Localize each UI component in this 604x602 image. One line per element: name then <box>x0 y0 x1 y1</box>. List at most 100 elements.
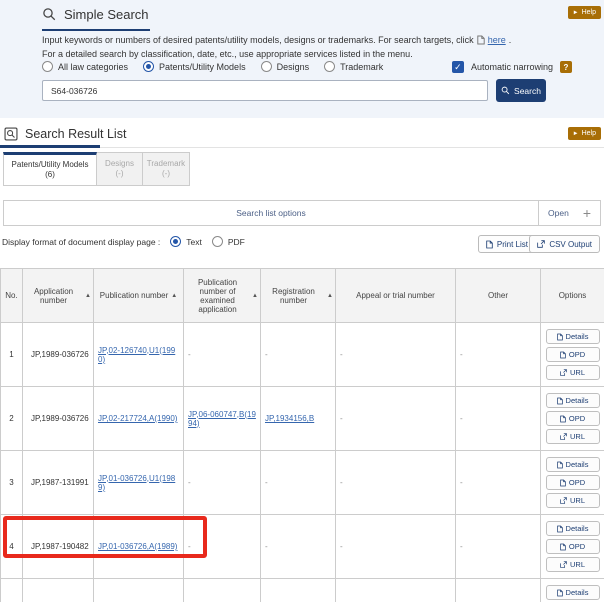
search-button[interactable]: Search <box>496 79 546 102</box>
results-table: No. Application number▲ Publication numb… <box>0 268 604 602</box>
header-publication-number[interactable]: Publication number▲ <box>94 269 184 323</box>
search-list-options-bar[interactable]: Search list options Open + <box>3 200 601 226</box>
page-icon <box>560 415 566 423</box>
options-cell: Details OPD URL <box>541 323 604 387</box>
radio-selected-icon <box>143 61 154 72</box>
opd-button[interactable]: OPD <box>546 475 600 490</box>
page-icon <box>560 543 566 551</box>
details-button[interactable]: Details <box>546 585 600 600</box>
document-icon <box>477 35 485 45</box>
page-icon <box>560 351 566 359</box>
external-link-icon <box>560 561 567 568</box>
tab-trademark: Trademark (-) <box>143 152 190 186</box>
question-help-icon[interactable]: ? <box>560 61 572 73</box>
tab-label: Trademark <box>147 159 185 169</box>
other-cell: - <box>456 515 541 579</box>
application-number-cell: JP,1983-142933 <box>23 579 94 602</box>
other-cell: - <box>456 451 541 515</box>
opd-button[interactable]: OPD <box>546 411 600 426</box>
tab-label: Designs <box>105 159 134 169</box>
options-bar-open[interactable]: Open + <box>538 201 600 225</box>
other-cell: - <box>456 323 541 387</box>
row-number: 1 <box>1 323 23 387</box>
help-label: Help <box>582 130 596 137</box>
appeal-number-cell: - <box>336 323 456 387</box>
examined-number-cell: - <box>184 451 261 515</box>
header-registration-number[interactable]: Registration number▲ <box>261 269 336 323</box>
radio-label: All law categories <box>58 62 128 72</box>
search-icon <box>501 86 510 95</box>
details-button[interactable]: Details <box>546 457 600 472</box>
url-button[interactable]: URL <box>546 429 600 444</box>
examined-number-cell: - <box>184 323 261 387</box>
url-button[interactable]: URL <box>546 557 600 572</box>
registration-number-cell: - <box>261 451 336 515</box>
csv-output-button[interactable]: CSV Output <box>529 235 600 253</box>
details-button[interactable]: Details <box>546 393 600 408</box>
radio-designs[interactable]: Designs <box>261 61 310 72</box>
url-button[interactable]: URL <box>546 365 600 380</box>
page-icon <box>557 333 563 341</box>
simple-search-section: Simple Search ► Help Input keywords or n… <box>0 0 604 118</box>
examined-number-cell: - <box>184 515 261 579</box>
radio-trademark[interactable]: Trademark <box>324 61 383 72</box>
external-link-icon <box>560 433 567 440</box>
search-result-section: Search Result List ► Help Patents/Utilit… <box>0 118 604 602</box>
publication-number-cell: JP,60-081804,U1(1985) <box>94 579 184 602</box>
radio-label: Patents/Utility Models <box>159 62 246 72</box>
radio-format-text[interactable]: Text <box>170 236 202 247</box>
help-button-simple-search[interactable]: ► Help <box>568 6 601 19</box>
opd-button[interactable]: OPD <box>546 347 600 362</box>
header-application-number[interactable]: Application number▲ <box>23 269 94 323</box>
table-header-row: No. Application number▲ Publication numb… <box>1 269 604 323</box>
publication-number-link[interactable]: JP,01-036726,A(1989) <box>98 542 177 551</box>
automatic-narrowing-group: ✓ Automatic narrowing ? <box>452 61 572 73</box>
registration-number-cell: JP,1802656,Y <box>261 579 336 602</box>
automatic-narrowing-label: Automatic narrowing <box>471 62 553 72</box>
print-list-button[interactable]: Print List <box>478 235 536 253</box>
details-button[interactable]: Details <box>546 521 600 536</box>
here-link[interactable]: here <box>488 35 506 45</box>
page-icon <box>557 589 563 597</box>
examined-number-link[interactable]: JP,06-060747,B(1994) <box>188 410 256 428</box>
row-number: 5 <box>1 579 23 602</box>
automatic-narrowing-checkbox[interactable]: ✓ <box>452 61 464 73</box>
heading-underline <box>0 145 100 148</box>
intro-line-1: Input keywords or numbers of desired pat… <box>42 35 511 45</box>
result-tabs: Patents/Utility Models (6) Designs (-) T… <box>3 152 190 186</box>
tab-patents-utility-models[interactable]: Patents/Utility Models (6) <box>3 152 97 186</box>
search-query-input[interactable] <box>42 80 488 101</box>
registration-number-link[interactable]: JP,1934156,B <box>265 414 314 423</box>
external-link-icon <box>560 369 567 376</box>
radio-format-pdf[interactable]: PDF <box>212 236 245 247</box>
details-button[interactable]: Details <box>546 329 600 344</box>
other-cell: - <box>456 579 541 602</box>
help-label: Help <box>582 9 596 16</box>
arrow-right-icon: ► <box>573 10 579 16</box>
row-number: 2 <box>1 387 23 451</box>
radio-all-law-categories[interactable]: All law categories <box>42 61 128 72</box>
publication-number-link[interactable]: JP,02-126740,U1(1990) <box>98 346 175 364</box>
publication-number-link[interactable]: JP,02-217724,A(1990) <box>98 414 177 423</box>
tab-count: (-) <box>162 169 170 179</box>
sort-ascending-icon[interactable]: ▲ <box>252 293 258 299</box>
table-row: 1 JP,1989-036726 JP,02-126740,U1(1990) -… <box>1 323 604 387</box>
display-format-row: Display format of document display page … <box>2 236 245 247</box>
sort-ascending-icon[interactable]: ▲ <box>171 293 177 299</box>
page-title: Simple Search <box>64 7 149 22</box>
publication-number-cell: JP,01-036726,A(1989) <box>94 515 184 579</box>
sort-ascending-icon[interactable]: ▲ <box>327 293 333 299</box>
opd-button[interactable]: OPD <box>546 539 600 554</box>
header-examined-publication-number[interactable]: Publication number of examined applicati… <box>184 269 261 323</box>
page-icon <box>560 479 566 487</box>
publication-number-link[interactable]: JP,01-036726,U1(1989) <box>98 474 175 492</box>
header-appeal-or-trial-number: Appeal or trial number <box>336 269 456 323</box>
page-icon <box>486 240 493 249</box>
sort-ascending-icon[interactable]: ▲ <box>85 293 91 299</box>
result-list-title: Search Result List <box>25 127 126 141</box>
registration-number-cell: JP,1934156,B <box>261 387 336 451</box>
help-button-result-list[interactable]: ► Help <box>568 127 601 140</box>
radio-label: Designs <box>277 62 310 72</box>
radio-patents-utility-models[interactable]: Patents/Utility Models <box>143 61 246 72</box>
url-button[interactable]: URL <box>546 493 600 508</box>
